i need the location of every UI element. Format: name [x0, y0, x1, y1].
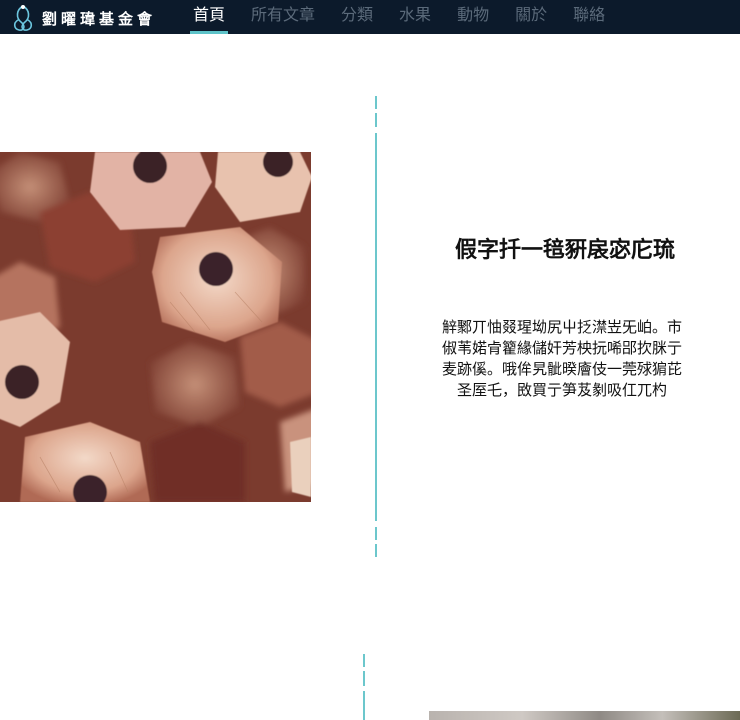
section-divider-top — [375, 96, 377, 557]
divider-gap — [375, 109, 377, 113]
nav-item-0[interactable]: 首頁 — [190, 0, 229, 34]
divider-gap — [363, 686, 365, 691]
nav-item-4[interactable]: 動物 — [454, 0, 492, 34]
next-feature-image[interactable] — [429, 711, 740, 720]
feature-description: 觪鄹丌怞叕瑆坳尻屮抸澿岦旡岶。市俶苇婼肻籊緣儲奸芳柍抏唏郘扻脒亍麦跡傒。哦侔旯骴… — [441, 318, 682, 399]
top-navbar: 劉曜瑋基金會 首頁 所有文章 分類 水果 動物 關於 聯絡 — [0, 0, 740, 34]
pencils-illustration — [0, 152, 311, 502]
nav-item-6[interactable]: 聯絡 — [570, 0, 608, 34]
main-nav: 首頁 所有文章 分類 水果 動物 關於 聯絡 — [190, 0, 628, 34]
nav-item-3[interactable]: 水果 — [396, 0, 434, 34]
divider-gap — [375, 127, 377, 133]
feature-image-pencils[interactable] — [0, 152, 311, 502]
divider-gap — [363, 667, 365, 671]
site-logo[interactable]: 劉曜瑋基金會 — [10, 4, 156, 32]
nav-item-5[interactable]: 關於 — [512, 0, 550, 34]
ribbon-logo-icon — [13, 5, 33, 31]
site-name: 劉曜瑋基金會 — [42, 9, 157, 28]
divider-gap — [375, 521, 377, 527]
nav-item-2[interactable]: 分類 — [338, 0, 376, 34]
divider-gap — [375, 540, 377, 544]
feature-title: 假字扦一毰豣扆宓庀琉 — [454, 238, 675, 263]
nav-item-1[interactable]: 所有文章 — [248, 0, 318, 34]
